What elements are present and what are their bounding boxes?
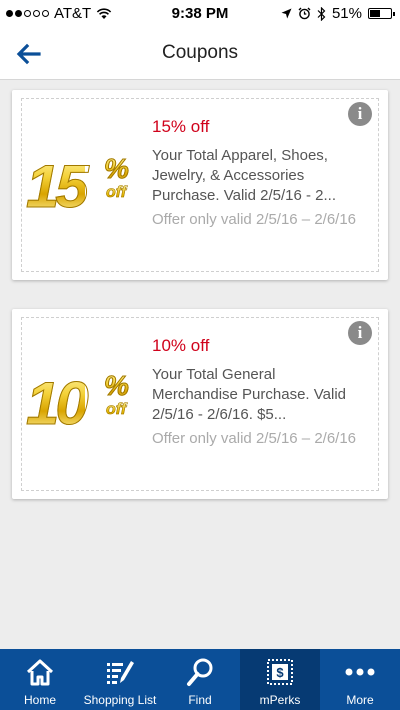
stamp-dollar-icon: $	[267, 659, 293, 685]
coupon-badge-image: 10 % off	[26, 369, 138, 439]
list-edit-icon	[107, 661, 134, 684]
tab-find[interactable]: Find	[160, 649, 240, 710]
alarm-clock-icon	[298, 7, 311, 20]
badge-off: off	[106, 401, 127, 419]
coupon-title: 15% off	[152, 117, 210, 136]
badge-percent: %	[104, 153, 130, 184]
coupon-badge-image: 15 % off	[26, 152, 138, 222]
bluetooth-icon	[317, 6, 326, 21]
tab-label: More	[346, 693, 374, 707]
battery-icon	[368, 8, 395, 19]
status-bar: AT&T 9:38 PM 51%	[0, 0, 400, 28]
coupon-title: 10% off	[152, 336, 210, 355]
status-right: 51%	[281, 5, 395, 22]
nav-bar: Coupons	[0, 28, 400, 80]
coupon-description: Your Total Apparel, Shoes, Jewelry, & Ac…	[152, 147, 336, 204]
info-icon[interactable]: i	[348, 102, 372, 126]
battery-fill	[370, 10, 381, 17]
svg-text:$: $	[276, 665, 284, 680]
badge-off: off	[106, 184, 127, 202]
tab-home[interactable]: Home	[0, 649, 80, 710]
coupon-description: Your Total General Merchandise Purchase.…	[152, 366, 346, 423]
tab-label: Shopping List	[83, 693, 157, 707]
info-icon[interactable]: i	[348, 321, 372, 345]
tab-label: mPerks	[259, 693, 301, 707]
coupon-text: 15% off Your Total Apparel, Shoes, Jewel…	[152, 116, 360, 230]
coupon-text: 10% off Your Total General Merchandise P…	[152, 335, 360, 449]
badge-number: 15	[26, 153, 90, 221]
location-arrow-icon	[281, 8, 292, 19]
coupon-validity: Offer only valid 2/5/16 – 2/6/16	[152, 211, 357, 228]
tab-mperks[interactable]: $ mPerks	[240, 649, 320, 710]
tab-more[interactable]: More	[320, 649, 400, 710]
coupon-card[interactable]: 15 % off 15% off Your Total Apparel, Sho…	[12, 90, 388, 280]
tab-label: Home	[23, 693, 56, 707]
tab-bar: Home Shopping List Find $ mPerks More	[0, 649, 400, 710]
battery-percent: 51%	[331, 5, 362, 22]
coupon-card[interactable]: 10 % off 10% off Your Total General Merc…	[12, 309, 388, 499]
tab-label: Find	[188, 693, 212, 707]
tab-shopping-list[interactable]: Shopping List	[80, 649, 160, 710]
badge-percent: %	[104, 370, 130, 401]
home-icon	[26, 659, 54, 686]
more-dots-icon	[345, 668, 375, 676]
coupon-validity: Offer only valid 2/5/16 – 2/6/16	[152, 430, 357, 447]
badge-number: 10	[26, 370, 90, 438]
page-title: Coupons	[161, 42, 239, 63]
magnifier-icon	[187, 658, 213, 686]
